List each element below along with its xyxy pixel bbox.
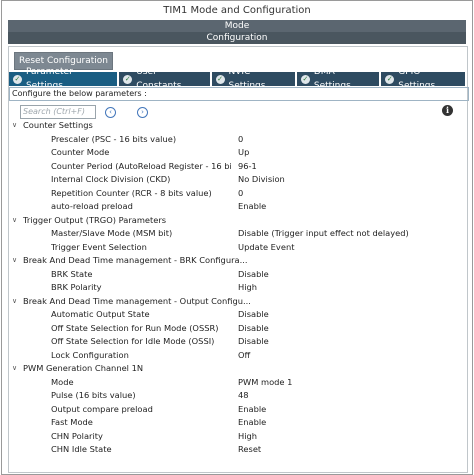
parameter-name: Lock Configuration xyxy=(51,349,129,360)
parameter-name: auto-reload preload xyxy=(51,201,133,211)
tab-nvic-settings[interactable]: ✓ NVIC Settings xyxy=(211,67,295,91)
group-name: Break And Dead Time management - BRK Con… xyxy=(23,255,248,265)
parameter-value[interactable]: Enable xyxy=(238,403,266,416)
parameter-name: Off State Selection for Run Mode (OSSR) xyxy=(51,322,219,333)
mode-section-header[interactable]: Mode xyxy=(8,20,466,32)
parameter-value[interactable]: Reset xyxy=(238,443,261,456)
group-name: Trigger Output (TRGO) Parameters xyxy=(23,214,167,225)
parameter-value[interactable]: 0 xyxy=(238,187,243,200)
parameter-name: CHN Polarity xyxy=(51,430,103,441)
parameter-value[interactable]: Disable xyxy=(238,268,269,281)
parameter-value[interactable]: 0 xyxy=(238,133,243,146)
chevron-down-icon[interactable]: ∨ xyxy=(12,119,17,132)
group-row[interactable]: ∨ Break And Dead Time management - BRK Co… xyxy=(9,254,467,267)
tab-gpio-settings[interactable]: ✓ GPIO Settings xyxy=(381,67,465,91)
parameter-value[interactable]: Up xyxy=(238,146,249,159)
parameter-row[interactable]: Fast Mode Enable xyxy=(9,416,467,429)
check-circle-icon: ✓ xyxy=(300,74,310,84)
group-row[interactable]: ∨ PWM Generation Channel 1N xyxy=(9,362,467,375)
parameter-name: Fast Mode xyxy=(51,417,93,427)
parameter-name: Master/Slave Mode (MSM bit) xyxy=(51,228,173,238)
parameter-row[interactable]: auto-reload preload Enable xyxy=(9,200,467,213)
parameter-row[interactable]: Off State Selection for Idle Mode (OSSI)… xyxy=(9,335,467,348)
parameter-row[interactable]: Prescaler (PSC - 16 bits value) 0 xyxy=(9,133,467,146)
tab-parameter-settings[interactable]: ✓ Parameter Settings xyxy=(9,67,118,91)
parameter-value[interactable]: High xyxy=(238,430,257,443)
chevron-down-icon[interactable]: ∨ xyxy=(12,254,17,267)
parameter-row[interactable]: Counter Mode Up xyxy=(9,146,467,159)
parameter-name: Automatic Output State xyxy=(51,309,150,319)
check-circle-icon: ✓ xyxy=(123,74,133,84)
parameter-row[interactable]: Off State Selection for Run Mode (OSSR) D… xyxy=(9,322,467,335)
parameter-value[interactable]: Disable xyxy=(238,322,269,335)
group-name: PWM Generation Channel 1N xyxy=(23,363,144,373)
parameter-name: BRK State xyxy=(51,268,93,279)
parameter-row[interactable]: BRK Polarity High xyxy=(9,281,467,294)
parameter-value[interactable]: High xyxy=(238,281,257,294)
chevron-down-icon[interactable]: ∨ xyxy=(12,295,17,308)
parameter-row[interactable]: CHN Polarity High xyxy=(9,430,467,443)
parameter-value[interactable]: Update Event xyxy=(238,241,294,254)
parameter-value[interactable]: No Division xyxy=(238,173,285,186)
parameter-value[interactable]: Enable xyxy=(238,416,266,429)
parameter-value[interactable]: 48 xyxy=(238,389,249,402)
arrow-right-circle-icon[interactable]: › xyxy=(137,107,148,118)
parameter-row[interactable]: Output compare preload Enable xyxy=(9,403,467,416)
parameter-row[interactable]: BRK State Disable xyxy=(9,268,467,281)
parameter-value[interactable]: Disable xyxy=(238,335,269,348)
parameter-row[interactable]: Repetition Counter (RCR - 8 bits value) 0 xyxy=(9,187,467,200)
group-row[interactable]: ∨ Break And Dead Time management - Output… xyxy=(9,295,467,308)
group-name: Break And Dead Time management - Output … xyxy=(23,295,251,306)
parameter-value[interactable]: Disable xyxy=(238,308,269,321)
parameter-name: Prescaler (PSC - 16 bits value) xyxy=(51,133,177,144)
parameter-name: Repetition Counter (RCR - 8 bits value) xyxy=(51,187,212,198)
parameter-name: Counter Mode xyxy=(51,147,110,157)
parameter-name: BRK Polarity xyxy=(51,282,102,292)
parameter-name: CHN Idle State xyxy=(51,444,112,454)
tab-user-constants[interactable]: ✓ User Constants xyxy=(119,67,210,91)
parameter-value[interactable]: Off xyxy=(238,349,250,362)
check-circle-icon: ✓ xyxy=(13,74,22,84)
parameter-row[interactable]: Master/Slave Mode (MSM bit) Disable (Trig… xyxy=(9,227,467,240)
parameter-value[interactable]: Enable xyxy=(238,200,266,213)
arrow-left-circle-icon[interactable]: ‹ xyxy=(105,107,116,118)
tim1-config-window: TIM1 Mode and Configuration Mode Configu… xyxy=(1,0,473,475)
check-circle-icon: ✓ xyxy=(215,74,225,84)
parameter-row[interactable]: CHN Idle State Reset xyxy=(9,443,467,456)
parameter-name: Pulse (16 bits value) xyxy=(51,390,136,400)
configuration-panel: Reset Configuration ✓ Parameter Settings… xyxy=(8,46,469,473)
parameter-row[interactable]: Automatic Output State Disable xyxy=(9,308,467,321)
check-circle-icon: ✓ xyxy=(385,74,395,84)
parameter-row[interactable]: Mode PWM mode 1 xyxy=(9,376,467,389)
parameter-name: Output compare preload xyxy=(51,403,153,414)
tab-dma-settings[interactable]: ✓ DMA Settings xyxy=(296,67,380,91)
window-title: TIM1 Mode and Configuration xyxy=(163,5,311,16)
parameter-name: Internal Clock Division (CKD) xyxy=(51,174,171,184)
group-row[interactable]: ∨ Counter Settings xyxy=(9,119,467,132)
parameter-name: Off State Selection for Idle Mode (OSSI) xyxy=(51,336,215,346)
parameter-name: Trigger Event Selection xyxy=(51,241,147,252)
group-name: Counter Settings xyxy=(23,120,93,130)
configuration-section-header[interactable]: Configuration xyxy=(8,32,466,44)
chevron-down-icon[interactable]: ∨ xyxy=(12,214,17,227)
search-input[interactable]: Search (Ctrl+F) xyxy=(20,105,96,119)
parameter-value[interactable]: PWM mode 1 xyxy=(238,376,292,389)
parameter-row[interactable]: Trigger Event Selection Update Event xyxy=(9,241,467,254)
tab-bar: ✓ Parameter Settings ✓ User Constants ✓ … xyxy=(9,67,467,91)
mode-label: Mode xyxy=(224,21,250,31)
info-icon[interactable]: i xyxy=(442,105,453,116)
parameter-row[interactable]: Lock Configuration Off xyxy=(9,349,467,362)
instructions-text: Configure the below parameters : xyxy=(9,87,469,101)
parameter-name: Mode xyxy=(51,376,74,387)
parameter-name: Counter Period (AutoReload Register - 16… xyxy=(51,160,231,171)
group-row[interactable]: ∨ Trigger Output (TRGO) Parameters xyxy=(9,214,467,227)
parameter-row[interactable]: Counter Period (AutoReload Register - 16… xyxy=(9,160,467,173)
parameter-row[interactable]: Internal Clock Division (CKD) No Division xyxy=(9,173,467,186)
parameter-row[interactable]: Pulse (16 bits value) 48 xyxy=(9,389,467,402)
chevron-down-icon[interactable]: ∨ xyxy=(12,362,17,375)
parameter-value[interactable]: Disable (Trigger input effect not delaye… xyxy=(238,227,409,240)
parameter-value[interactable]: 96-1 xyxy=(238,160,257,173)
